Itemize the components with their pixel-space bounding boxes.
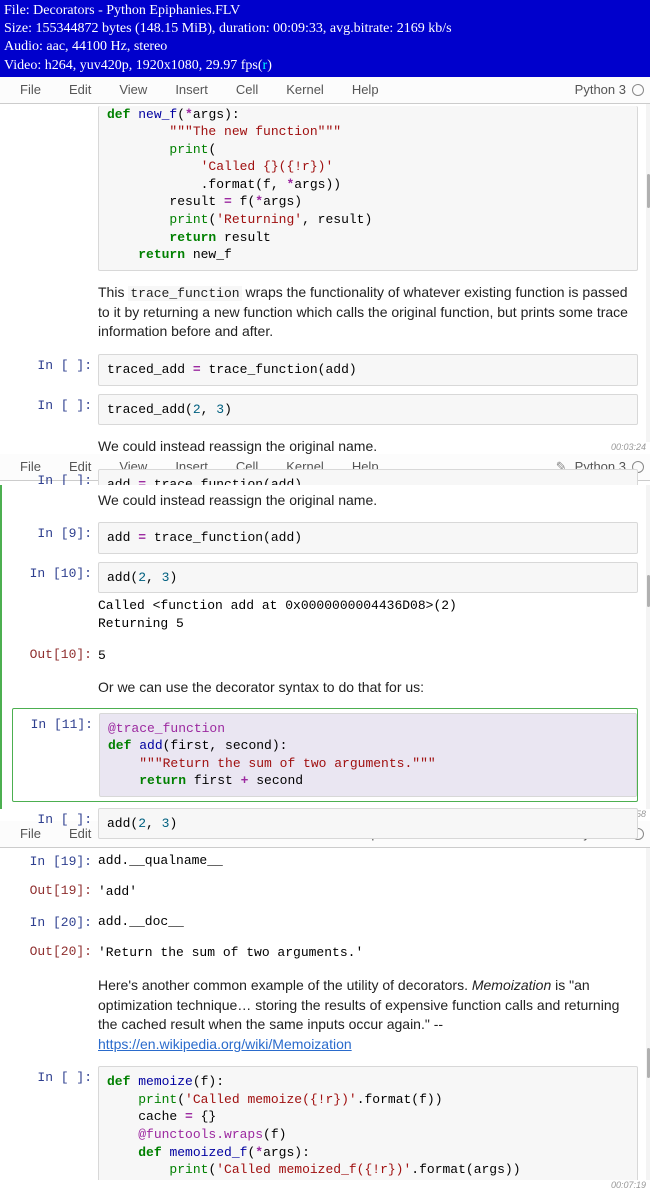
markdown-cell: We could instead reassign the original n… bbox=[12, 431, 638, 463]
markdown-text: This trace_function wraps the functional… bbox=[98, 279, 638, 346]
code-cell: In [ ]: def memoize(f): print('Called me… bbox=[12, 1064, 638, 1179]
green-edge-icon bbox=[0, 485, 2, 809]
in-prompt: In [11]: bbox=[13, 713, 99, 797]
in-prompt: In [20]: bbox=[12, 911, 98, 933]
code-cell: In [9]: add = trace_function(add) bbox=[12, 520, 638, 556]
markdown-cell: Here's another common example of the uti… bbox=[12, 970, 638, 1060]
markdown-cell: This trace_function wraps the functional… bbox=[12, 277, 638, 348]
code-box[interactable]: add(2, 3) bbox=[98, 808, 638, 840]
code-cell: In [10]: add(2, 3) Called <function add … bbox=[12, 560, 638, 637]
file-line: File: Decorators - Python Epiphanies.FLV bbox=[4, 2, 646, 20]
in-prompt: In [19]: bbox=[12, 850, 98, 872]
code-cell: In [19]: add.__qualname__ bbox=[12, 848, 638, 874]
code-cell: In [20]: add.__doc__ bbox=[12, 909, 638, 935]
markdown-text: Or we can use the decorator syntax to do… bbox=[98, 674, 638, 702]
markdown-text: We could instead reassign the original n… bbox=[98, 433, 638, 461]
menu-view[interactable]: View bbox=[105, 80, 161, 99]
code-box[interactable]: add.__doc__ bbox=[98, 911, 638, 933]
kernel-status-icon bbox=[632, 84, 644, 96]
code-cell-partial: def new_f(*args): """The new function"""… bbox=[12, 104, 638, 273]
code-box[interactable]: traced_add(2, 3) bbox=[98, 394, 638, 426]
output-row: Out[19]: 'add' bbox=[12, 877, 638, 905]
menubar-1: File Edit View Insert Cell Kernel Help P… bbox=[0, 77, 650, 104]
menu-insert[interactable]: Insert bbox=[161, 80, 222, 99]
timestamp: 00:07:19 bbox=[0, 1180, 650, 1192]
size-line: Size: 155344872 bytes (148.15 MiB), dura… bbox=[4, 20, 646, 38]
output-value: 'Return the sum of two arguments.' bbox=[98, 940, 638, 964]
code-cell-selected: In [11]: @trace_function def add(first, … bbox=[12, 708, 638, 802]
in-prompt: In [ ]: bbox=[12, 1066, 98, 1179]
output-value: 'add' bbox=[98, 879, 638, 903]
code-cell: In [ ]: add(2, 3) bbox=[12, 806, 638, 842]
markdown-text: Here's another common example of the uti… bbox=[98, 972, 638, 1058]
prompt-empty bbox=[12, 106, 98, 271]
kernel-indicator: Python 3 bbox=[575, 82, 644, 97]
in-prompt: In [10]: bbox=[12, 562, 98, 635]
scrollbar-track[interactable] bbox=[646, 485, 650, 809]
memoization-link[interactable]: https://en.wikipedia.org/wiki/Memoizatio… bbox=[98, 1036, 352, 1052]
code-box[interactable]: @trace_function def add(first, second): … bbox=[99, 713, 637, 797]
menu-help[interactable]: Help bbox=[338, 80, 393, 99]
menu-file[interactable]: File bbox=[6, 80, 55, 99]
markdown-cell: We could instead reassign the original n… bbox=[12, 485, 638, 517]
markdown-text: We could instead reassign the original n… bbox=[98, 487, 638, 515]
code-box[interactable]: add = trace_function(add) bbox=[98, 522, 638, 554]
in-prompt: In [9]: bbox=[12, 522, 98, 554]
scrollbar-track[interactable] bbox=[646, 848, 650, 1180]
audio-line: Audio: aac, 44100 Hz, stereo bbox=[4, 38, 646, 56]
code-cell: In [ ]: traced_add(2, 3) bbox=[12, 392, 638, 428]
menu-edit[interactable]: Edit bbox=[55, 80, 105, 99]
video-line: Video: h264, yuv420p, 1920x1080, 29.97 f… bbox=[4, 57, 646, 75]
menu-cell[interactable]: Cell bbox=[222, 80, 272, 99]
in-prompt: In [ ]: bbox=[12, 354, 98, 386]
code-box[interactable]: add(2, 3) bbox=[98, 562, 638, 594]
code-box[interactable]: add.__qualname__ bbox=[98, 850, 638, 872]
code-box[interactable]: def new_f(*args): """The new function"""… bbox=[98, 106, 638, 271]
code-cell: In [ ]: traced_add = trace_function(add) bbox=[12, 352, 638, 388]
output-row: Out[10]: 5 bbox=[12, 641, 638, 669]
code-box[interactable]: traced_add = trace_function(add) bbox=[98, 354, 638, 386]
output-row: Out[20]: 'Return the sum of two argument… bbox=[12, 938, 638, 966]
markdown-cell: Or we can use the decorator syntax to do… bbox=[12, 672, 638, 704]
output-value: 5 bbox=[98, 643, 638, 667]
out-prompt: Out[20]: bbox=[12, 940, 98, 964]
in-prompt: In [ ]: bbox=[12, 808, 98, 840]
scrollbar-track[interactable] bbox=[646, 104, 650, 442]
notebook-body-1: def new_f(*args): """The new function"""… bbox=[0, 104, 650, 442]
in-prompt: In [ ]: bbox=[12, 394, 98, 426]
notebook-body-3: In [19]: add.__qualname__ Out[19]: 'add'… bbox=[0, 848, 650, 1180]
stdout-output: Called <function add at 0x0000000004436D… bbox=[98, 593, 638, 634]
notebook-body-2: We could instead reassign the original n… bbox=[0, 485, 650, 809]
code-box[interactable]: def memoize(f): print('Called memoize({!… bbox=[98, 1066, 638, 1179]
video-info-header: File: Decorators - Python Epiphanies.FLV… bbox=[0, 0, 650, 77]
out-prompt: Out[19]: bbox=[12, 879, 98, 903]
out-prompt: Out[10]: bbox=[12, 643, 98, 667]
menu-kernel[interactable]: Kernel bbox=[272, 80, 338, 99]
